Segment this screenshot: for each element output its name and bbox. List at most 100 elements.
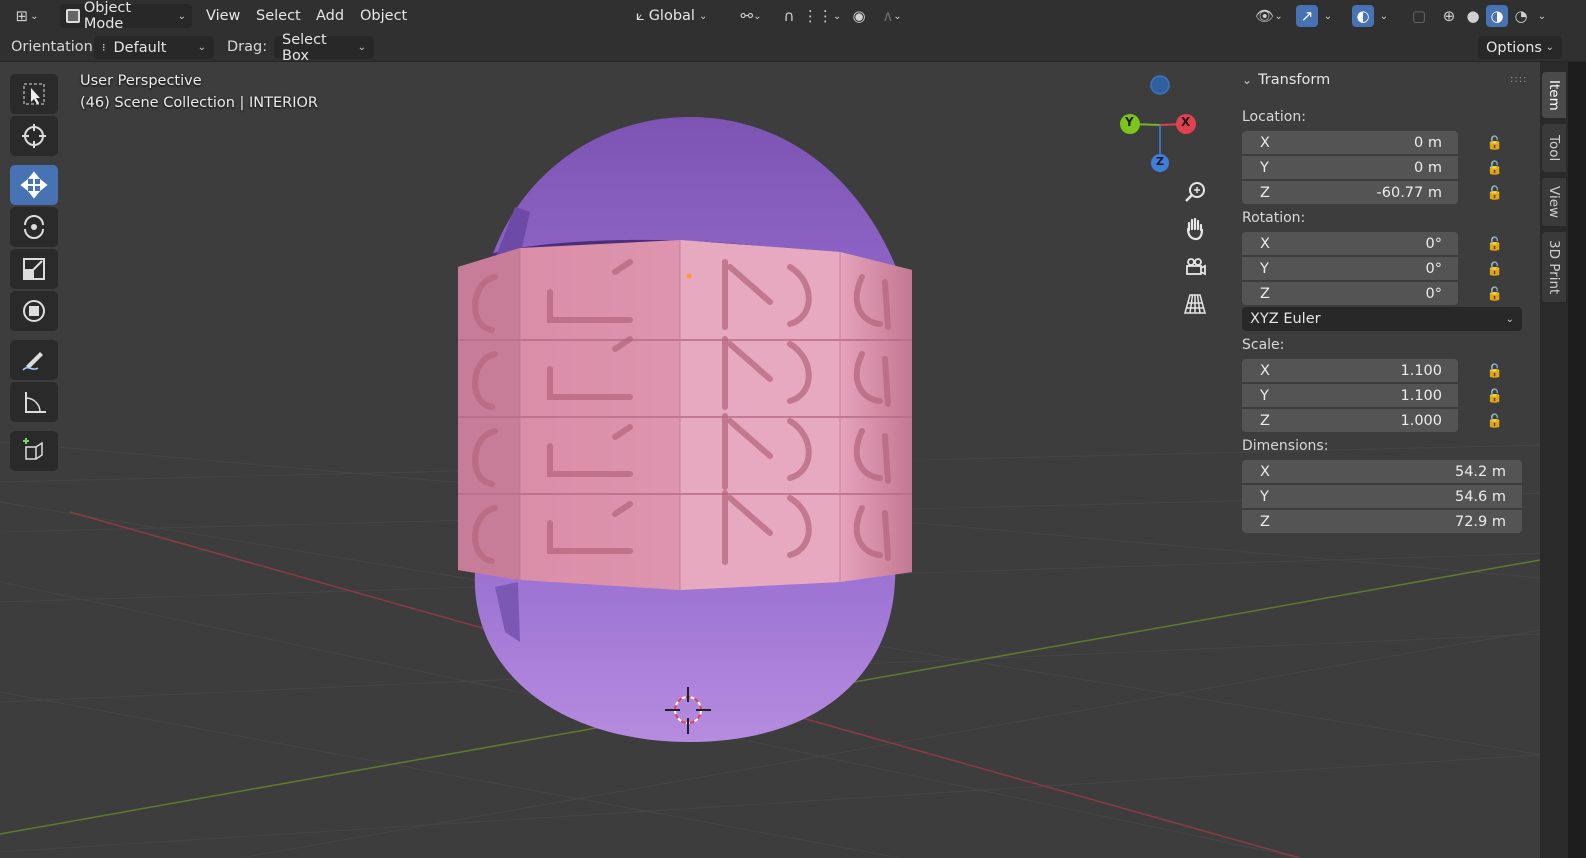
axis-label: X (1260, 463, 1270, 480)
camera-icon (1186, 258, 1206, 276)
gizmo-icon: ↗ (1300, 7, 1314, 25)
transform-icon (23, 300, 45, 322)
shading-solid[interactable]: ● (1462, 5, 1484, 27)
snap-toggle[interactable]: ∩ (778, 5, 800, 27)
axis-label: X (1260, 362, 1270, 379)
sidebar-tabs: Item Tool View 3D Print (1540, 62, 1568, 858)
object-mode-icon (66, 9, 80, 23)
falloff-button[interactable]: ∧ ⌄ (874, 5, 910, 27)
zoom-button[interactable] (1179, 176, 1211, 208)
snap-target-button[interactable]: ⋮⋮ ⌄ (803, 5, 841, 27)
lock-icon[interactable]: 🔓 (1484, 157, 1506, 179)
gizmo-y-label[interactable]: Y (1125, 115, 1134, 129)
gizmo-z-label[interactable]: Z (1156, 155, 1164, 168)
dimensions-z-field[interactable]: Z 72.9 m (1242, 510, 1522, 533)
lock-icon[interactable]: 🔓 (1484, 233, 1506, 255)
dimensions-label: Dimensions: (1242, 438, 1329, 454)
menu-view[interactable]: View (200, 4, 246, 28)
scale-x-field[interactable]: X 1.100 (1242, 359, 1458, 382)
overlays-icon: ◐ (1356, 7, 1370, 25)
rotation-mode-dropdown[interactable]: XYZ Euler ⌄ (1242, 307, 1522, 331)
lock-icon[interactable]: 🔓 (1484, 258, 1506, 280)
tab-3d-print[interactable]: 3D Print (1542, 232, 1566, 302)
move-tool[interactable] (10, 165, 58, 205)
pivot-icon: ⚯ (740, 7, 754, 25)
lock-icon[interactable]: 🔓 (1484, 283, 1506, 305)
select-box-tool[interactable] (10, 74, 58, 114)
shading-material[interactable]: ◑ (1486, 5, 1508, 27)
dimensions-x-field[interactable]: X 54.2 m (1242, 460, 1522, 483)
gizmo-dropdown[interactable]: ⌄ (1320, 5, 1336, 27)
location-x-field[interactable]: X 0 m (1242, 131, 1458, 154)
lock-icon[interactable]: 🔓 (1484, 182, 1506, 204)
axis-label: Z (1260, 184, 1270, 201)
transform-orientation-dropdown[interactable]: ⟀ Global ⌄ (630, 4, 713, 28)
projection-toggle-button[interactable] (1179, 288, 1211, 320)
orientation-default-icon: ⁝ (102, 41, 106, 54)
dimensions-z-value: 72.9 m (1454, 513, 1506, 530)
options-dropdown[interactable]: Options ⌄ (1478, 36, 1562, 59)
camera-view-button[interactable] (1179, 251, 1211, 283)
orientation-axes-icon: ⟀ (636, 8, 645, 24)
pivot-point-button[interactable]: ⚯ ⌄ (734, 5, 768, 27)
menu-object[interactable]: Object (354, 4, 413, 28)
tab-item[interactable]: Item (1542, 72, 1566, 118)
gizmo-x-label[interactable]: X (1181, 115, 1190, 129)
gizmo-toggle[interactable]: ↗ (1296, 5, 1318, 27)
overlays-toggle[interactable]: ◐ (1352, 5, 1374, 27)
lock-icon[interactable]: 🔓 (1484, 410, 1506, 432)
lock-icon[interactable]: 🔓 (1484, 385, 1506, 407)
scale-y-value: 1.100 (1400, 387, 1442, 404)
location-x-value: 0 m (1414, 134, 1442, 151)
visibility-dropdown[interactable]: 👁 ⌄ (1252, 5, 1286, 27)
add-cube-tool[interactable] (10, 431, 58, 471)
editor-type-button[interactable]: ⊞ ⌄ (16, 5, 39, 27)
menu-select[interactable]: Select (250, 4, 307, 28)
mode-label: Object Mode (83, 0, 132, 32)
scale-label: Scale: (1242, 337, 1285, 353)
scale-z-field[interactable]: Z 1.000 (1242, 409, 1458, 432)
scale-icon (23, 258, 45, 280)
select-box-icon (23, 83, 45, 105)
shading-dropdown[interactable]: ⌄ (1534, 5, 1550, 27)
orientation-dropdown[interactable]: ⁝ Default ⌄ (94, 36, 214, 59)
scale-y-field[interactable]: Y 1.100 (1242, 384, 1458, 407)
drag-label: Drag: (227, 39, 268, 55)
proportional-edit-toggle[interactable]: ◉ (848, 5, 870, 27)
overlays-dropdown[interactable]: ⌄ (1376, 5, 1392, 27)
shading-wireframe[interactable]: ⊕ (1438, 5, 1460, 27)
3d-viewport[interactable]: X Y Z User Perspective (46) Scene Collec… (0, 62, 1586, 858)
axis-label: Y (1260, 260, 1269, 277)
location-y-value: 0 m (1414, 159, 1442, 176)
rotation-y-field[interactable]: Y 0° (1242, 257, 1458, 280)
tab-label: 3D Print (1546, 239, 1562, 295)
rotation-z-field[interactable]: Z 0° (1242, 282, 1458, 305)
transform-tool[interactable] (10, 291, 58, 331)
scale-x-value: 1.100 (1400, 362, 1442, 379)
measure-tool[interactable] (10, 382, 58, 422)
pan-button[interactable] (1179, 213, 1211, 245)
lock-icon[interactable]: 🔓 (1484, 132, 1506, 154)
tab-view[interactable]: View (1542, 178, 1566, 226)
mode-dropdown[interactable]: Object Mode ⌄ (60, 0, 192, 32)
lock-icon[interactable]: 🔓 (1484, 360, 1506, 382)
wireframe-sphere-icon: ⊕ (1442, 7, 1456, 25)
cursor-tool[interactable] (10, 116, 58, 156)
drag-handle-icon[interactable]: :::: (1510, 74, 1527, 85)
tab-tool[interactable]: Tool (1542, 124, 1566, 172)
transform-panel-header[interactable]: ⌄ Transform (1242, 72, 1330, 88)
menu-add[interactable]: Add (310, 4, 350, 28)
drag-dropdown[interactable]: Select Box ⌄ (274, 32, 374, 64)
rotate-tool[interactable] (10, 207, 58, 247)
location-y-field[interactable]: Y 0 m (1242, 156, 1458, 179)
location-z-field[interactable]: Z -60.77 m (1242, 181, 1458, 204)
annotate-tool[interactable] (10, 340, 58, 380)
shading-rendered[interactable]: ◔ (1510, 5, 1532, 27)
options-label: Options (1486, 39, 1542, 56)
dimensions-y-field[interactable]: Y 54.6 m (1242, 485, 1522, 508)
scale-tool[interactable] (10, 249, 58, 289)
xray-toggle[interactable]: ▢ (1408, 5, 1430, 27)
rotation-x-field[interactable]: X 0° (1242, 232, 1458, 255)
rotate-icon (24, 215, 44, 239)
xray-icon: ▢ (1411, 7, 1427, 25)
